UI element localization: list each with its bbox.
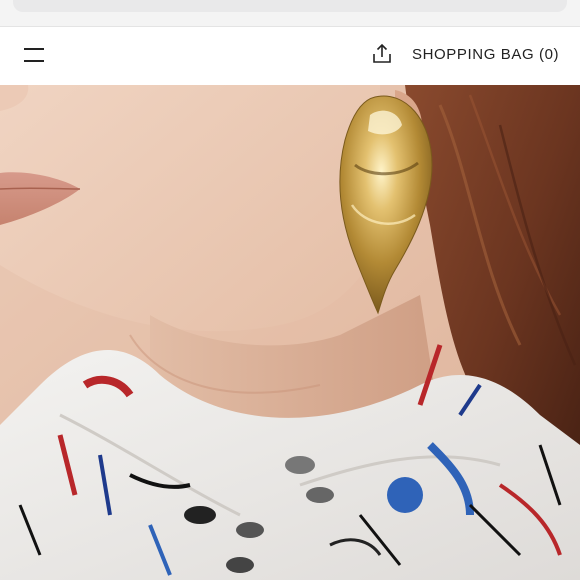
site-header: SHOPPING BAG (0) xyxy=(0,27,580,85)
hamburger-menu-icon[interactable] xyxy=(24,46,46,64)
product-hero-image xyxy=(0,85,580,580)
browser-top-strip xyxy=(0,0,580,27)
share-icon[interactable] xyxy=(370,42,394,66)
address-bar[interactable] xyxy=(13,0,567,12)
page: SHOPPING BAG (0) xyxy=(0,0,580,580)
shopping-bag-link[interactable]: SHOPPING BAG (0) xyxy=(412,46,559,63)
earring-model-photo xyxy=(0,85,580,580)
